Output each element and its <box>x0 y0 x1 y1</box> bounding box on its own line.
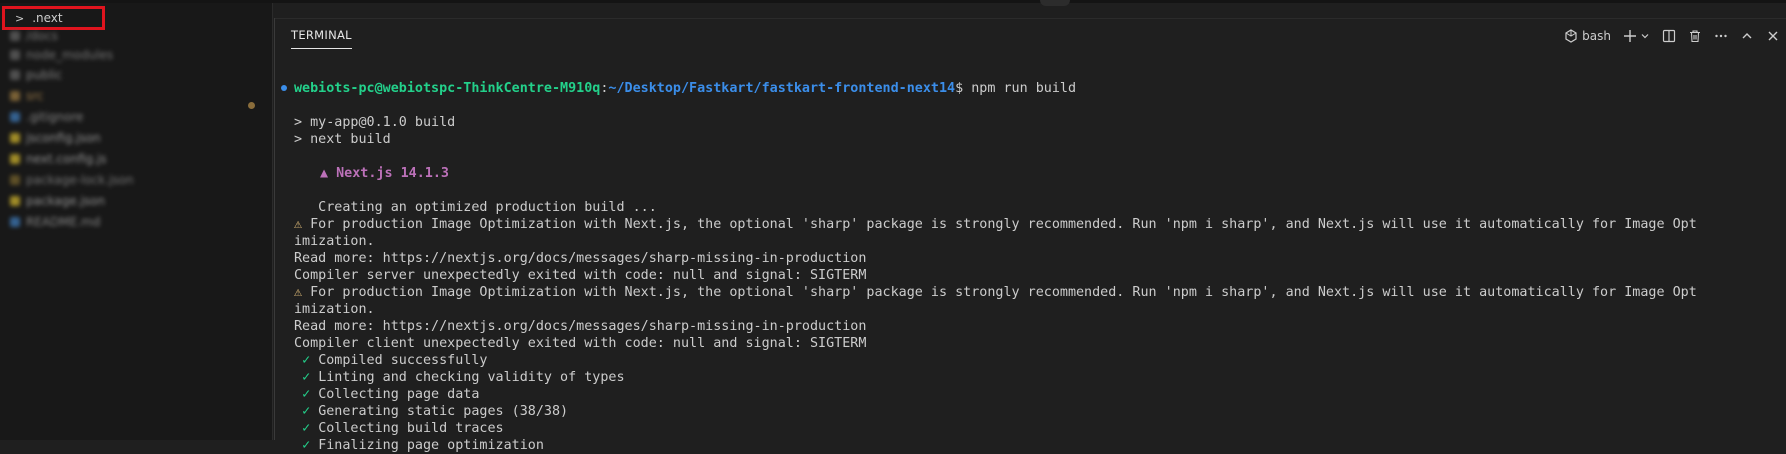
explorer-item-docs[interactable]: /docs <box>10 26 58 46</box>
new-terminal-button[interactable] <box>1623 29 1650 43</box>
explorer-item-next-config[interactable]: next.config.js <box>10 149 107 169</box>
explorer-item-package-json[interactable]: package.json <box>10 191 105 211</box>
plus-icon <box>1624 30 1636 42</box>
shell-label: bash <box>1582 29 1611 43</box>
explorer-item-label: src <box>26 89 44 103</box>
build-step-line: ✓ Generating static pages (38/38) <box>294 403 568 420</box>
close-panel-button[interactable] <box>1766 29 1780 43</box>
warning-text: For production Image Optimization with N… <box>302 285 1697 300</box>
nextjs-version: ▲ Next.js 14.1.3 <box>320 166 449 181</box>
output-line: Creating an optimized production build .… <box>294 200 657 215</box>
warning-icon: ⚠ <box>294 217 303 232</box>
explorer-item-label: .next <box>32 11 63 25</box>
warning-line: ⚠ For production Image Optimization with… <box>294 284 1697 301</box>
maximize-panel-button[interactable] <box>1740 29 1754 43</box>
explorer-item-label: package.json <box>26 194 106 208</box>
check-icon: ✓ <box>302 370 311 385</box>
terminal-output[interactable]: webiots-pc@webiotspc-ThinkCentre-M910q:~… <box>275 61 1786 453</box>
build-step-text: Compiled successfully <box>318 353 488 368</box>
output-line: imization. <box>294 234 375 249</box>
terminal-toolbar: bash <box>1558 25 1786 47</box>
json-file-icon <box>10 133 20 143</box>
build-step-text: Finalizing page optimization <box>318 438 544 453</box>
js-file-icon <box>10 154 20 164</box>
explorer-item-gitignore[interactable]: .gitignore <box>10 107 83 127</box>
explorer-item-label: /docs <box>26 29 58 43</box>
terminal-icon <box>1565 29 1577 43</box>
explorer-item-node-modules[interactable]: node_modules <box>10 45 113 65</box>
more-icon <box>1715 34 1727 38</box>
trash-icon <box>1690 30 1700 43</box>
command-decoration-dot[interactable] <box>281 85 287 91</box>
sidebar-divider <box>272 3 273 440</box>
build-step-text: Collecting page data <box>318 387 480 402</box>
build-step-line: ✓ Compiled successfully <box>294 352 488 369</box>
explorer-item-label: next.config.js <box>26 152 107 166</box>
explorer-item-label: README.md <box>26 215 101 229</box>
tab-terminal[interactable]: TERMINAL <box>291 28 352 49</box>
explorer-item-label: .gitignore <box>26 110 84 124</box>
explorer-item-label: jsconfig.json <box>26 131 101 145</box>
prompt-command: $ npm run build <box>955 81 1077 96</box>
folder-icon <box>10 50 20 60</box>
close-icon <box>1768 31 1778 41</box>
chevron-right-icon: > <box>15 11 25 25</box>
output-line: imization. <box>294 302 375 317</box>
modified-indicator-dot <box>248 102 255 109</box>
explorer-item-label: public <box>26 68 63 82</box>
kill-terminal-button[interactable] <box>1688 29 1702 43</box>
explorer-item-label: node_modules <box>26 48 114 62</box>
output-line: Read more: https://nextjs.org/docs/messa… <box>294 251 867 266</box>
terminal-shell-selector[interactable]: bash <box>1564 29 1611 43</box>
prompt-path: ~/Desktop/Fastkart/fastkart-frontend-nex… <box>608 81 956 96</box>
folder-icon <box>10 31 20 41</box>
output-line: Compiler client unexpectedly exited with… <box>294 336 867 351</box>
warning-line: ⚠ For production Image Optimization with… <box>294 216 1697 233</box>
split-icon <box>1662 29 1676 43</box>
prompt-line: webiots-pc@webiotspc-ThinkCentre-M910q:~… <box>294 80 1076 97</box>
output-line: > my-app@0.1.0 build <box>294 115 456 130</box>
split-terminal-button[interactable] <box>1662 29 1676 43</box>
build-step-line: ✓ Collecting page data <box>294 386 479 403</box>
output-line: Compiler server unexpectedly exited with… <box>294 268 867 283</box>
explorer-item-label: package-lock.json <box>26 173 134 187</box>
output-line: > next build <box>294 132 391 147</box>
check-icon: ✓ <box>302 353 311 368</box>
explorer-item-src[interactable]: src <box>10 86 44 106</box>
more-actions-button[interactable] <box>1714 29 1728 43</box>
explorer-item-readme[interactable]: README.md <box>10 212 100 232</box>
git-file-icon <box>10 112 20 122</box>
build-step-text: Collecting build traces <box>318 421 504 436</box>
prompt-user: webiots-pc@webiotspc-ThinkCentre-M910q <box>294 81 601 96</box>
json-file-icon <box>10 175 20 185</box>
chevron-down-icon[interactable] <box>1640 31 1650 41</box>
explorer-sidebar: > .next /docs node_modules public src .g… <box>0 3 272 440</box>
folder-icon <box>10 91 20 101</box>
check-icon: ✓ <box>302 404 311 419</box>
folder-icon <box>10 70 20 80</box>
check-icon: ✓ <box>302 421 311 436</box>
warning-icon: ⚠ <box>294 285 303 300</box>
build-step-text: Linting and checking validity of types <box>318 370 625 385</box>
markdown-file-icon <box>10 217 20 227</box>
activity-notch <box>1040 0 1070 6</box>
warning-text: For production Image Optimization with N… <box>302 217 1697 232</box>
explorer-item-public[interactable]: public <box>10 65 62 85</box>
build-step-line: ✓ Collecting build traces <box>294 420 504 437</box>
terminal-panel: TERMINAL bash webiots-pc@webiotspc-Think… <box>275 18 1786 453</box>
check-icon: ✓ <box>302 438 311 453</box>
check-icon: ✓ <box>302 387 311 402</box>
json-file-icon <box>10 196 20 206</box>
explorer-item-jsconfig[interactable]: jsconfig.json <box>10 128 101 148</box>
explorer-item-package-lock[interactable]: package-lock.json <box>10 170 134 190</box>
chevron-up-icon <box>1742 33 1752 39</box>
build-step-text: Generating static pages (38/38) <box>318 404 569 419</box>
output-line: Read more: https://nextjs.org/docs/messa… <box>294 319 867 334</box>
build-step-line: ✓ Linting and checking validity of types <box>294 369 625 386</box>
